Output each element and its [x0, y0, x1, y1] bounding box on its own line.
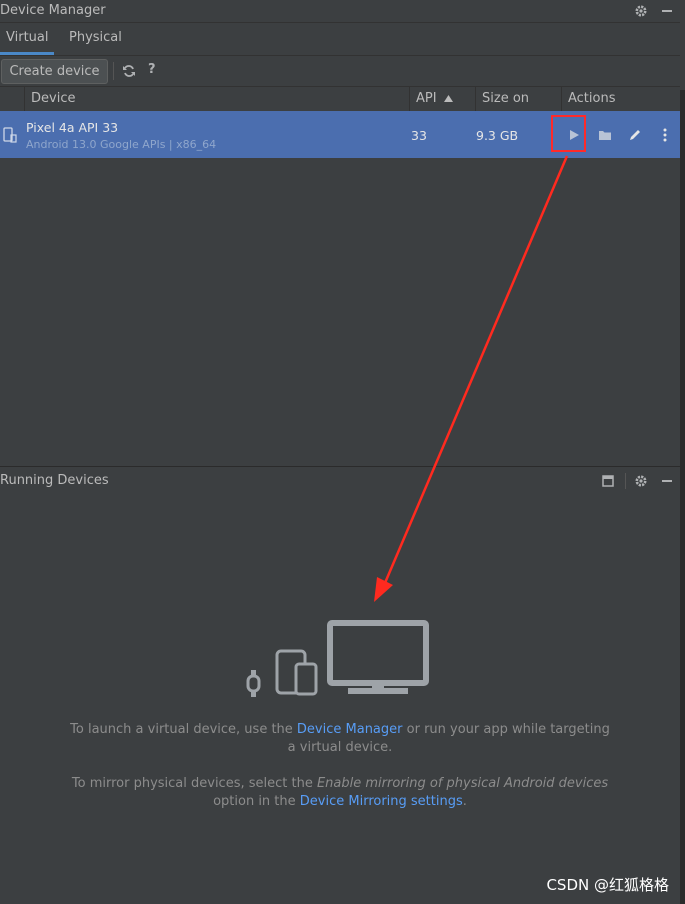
watermark: CSDN @红狐格格: [546, 876, 669, 894]
annotation-arrow: [374, 155, 569, 602]
